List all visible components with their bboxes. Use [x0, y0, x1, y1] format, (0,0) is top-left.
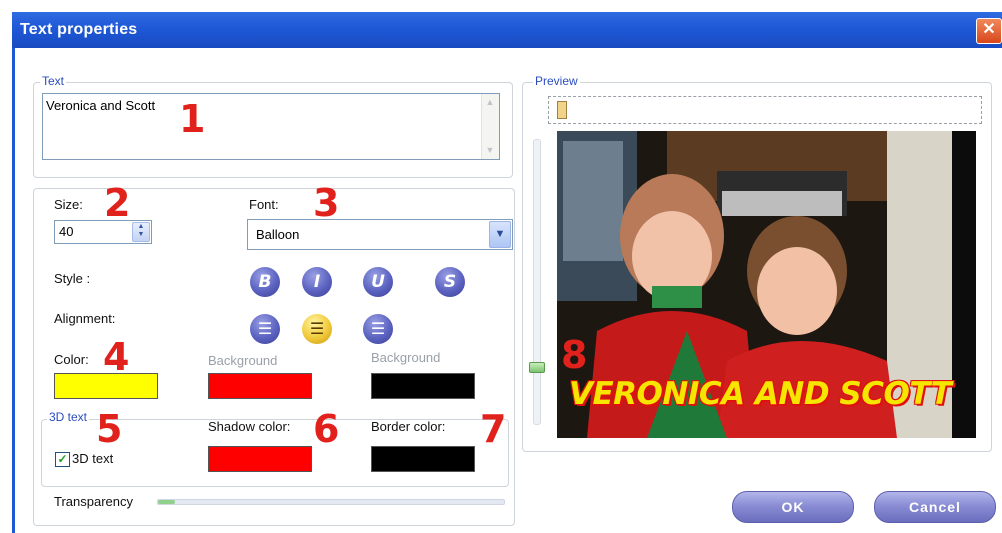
text-color-swatch[interactable] [54, 373, 158, 399]
cancel-button[interactable]: Cancel [874, 491, 996, 523]
transparency-slider[interactable] [157, 499, 505, 505]
preview-position-bar[interactable] [548, 96, 982, 124]
checkmark-icon: ✓ [57, 452, 68, 466]
font-value: Balloon [256, 227, 300, 242]
alignment-label: Alignment: [54, 311, 116, 326]
align-left-button[interactable]: ☰ [250, 314, 280, 344]
transparency-fill [158, 500, 176, 504]
align-right-icon: ☰ [370, 319, 386, 338]
callout-8: 8 [561, 333, 588, 377]
ok-button[interactable]: OK [732, 491, 854, 523]
background-color-swatch[interactable] [208, 373, 312, 399]
size-value: 40 [59, 224, 74, 239]
transparency-label: Transparency [54, 494, 133, 509]
size-label: Size: [54, 197, 83, 212]
text3d-checkbox-label: 3D text [72, 451, 114, 466]
callout-5: 5 [96, 407, 123, 451]
background-label-2: Background [371, 350, 441, 365]
callout-1: 1 [179, 97, 206, 141]
size-field[interactable]: 40 ▲ ▼ [54, 220, 152, 244]
close-button[interactable]: ✕ [976, 18, 1002, 44]
text-input[interactable]: Veronica and Scott ▲ ▼ [42, 93, 500, 160]
text3d-checkbox[interactable]: ✓ [55, 452, 70, 467]
scroll-down-icon[interactable]: ▼ [483, 143, 497, 158]
shadow-color-swatch[interactable] [208, 446, 312, 472]
text-scrollbar[interactable]: ▲ ▼ [481, 94, 499, 159]
align-left-icon: ☰ [257, 319, 273, 338]
position-marker-icon[interactable] [557, 101, 567, 119]
text-input-value: Veronica and Scott [46, 98, 156, 113]
strikethrough-button[interactable]: S [435, 267, 465, 297]
preview-caption: VERONICA AND SCOTT [569, 376, 952, 412]
italic-button[interactable]: I [302, 267, 332, 297]
bold-button[interactable]: B [250, 267, 280, 297]
text-group-legend: Text [40, 74, 67, 88]
scroll-up-icon[interactable]: ▲ [483, 95, 497, 110]
preview-slider[interactable] [533, 139, 541, 425]
callout-7: 7 [480, 407, 507, 451]
shadow-color-label: Shadow color: [208, 419, 291, 434]
preview-legend: Preview [533, 74, 580, 88]
align-center-icon: ☰ [309, 319, 325, 338]
text3d-legend: 3D text [47, 410, 90, 424]
font-select[interactable]: Balloon ▼ [247, 219, 513, 250]
underline-button[interactable]: U [363, 267, 393, 297]
window-frame [12, 48, 15, 533]
close-icon: ✕ [982, 21, 996, 38]
spinner-icon[interactable]: ▲ ▼ [132, 222, 150, 242]
preview-slider-thumb[interactable] [529, 362, 545, 374]
align-center-button[interactable]: ☰ [302, 314, 332, 344]
callout-3: 3 [313, 181, 340, 225]
title-bar: Text properties ✕ [12, 12, 1002, 48]
background-label: Background [208, 353, 278, 368]
callout-2: 2 [104, 181, 131, 225]
border-color-label: Border color: [371, 419, 446, 434]
align-right-button[interactable]: ☰ [363, 314, 393, 344]
font-label: Font: [249, 197, 279, 212]
callout-4: 4 [103, 335, 130, 379]
background-color-swatch-2[interactable] [371, 373, 475, 399]
callout-6: 6 [313, 407, 340, 451]
window-title: Text properties [20, 21, 138, 38]
color-label: Color: [54, 352, 89, 367]
chevron-down-icon[interactable]: ▼ [489, 221, 511, 248]
style-label: Style : [54, 271, 91, 286]
border-color-swatch[interactable] [371, 446, 475, 472]
